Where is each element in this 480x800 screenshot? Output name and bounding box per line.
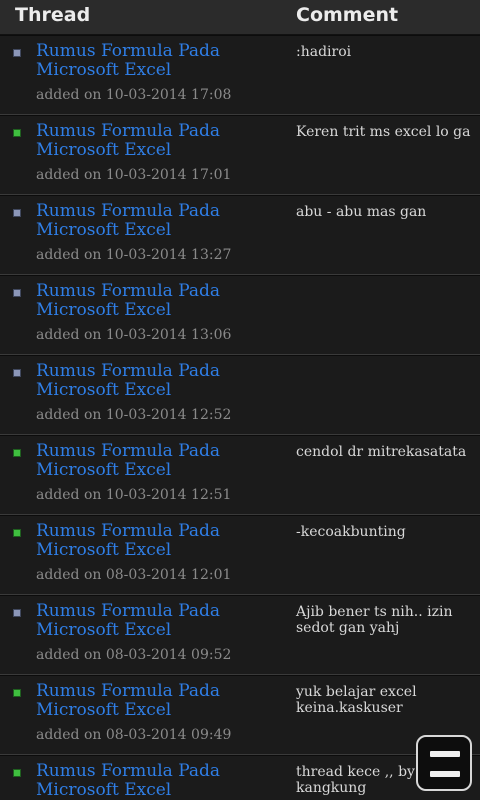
reputation-marker-icon bbox=[14, 290, 20, 296]
thread-title-link[interactable]: Rumus Formula Pada Microsoft Excel bbox=[36, 282, 276, 320]
thread-title-link[interactable]: Rumus Formula Pada Microsoft Excel bbox=[36, 682, 276, 720]
comment-text: cendol dr mitrekasatata bbox=[296, 444, 467, 460]
thread-title-link[interactable]: Rumus Formula Pada Microsoft Excel bbox=[36, 762, 276, 800]
thread-row[interactable]: Rumus Formula Pada Microsoft Excel added… bbox=[0, 35, 480, 115]
reputation-marker-icon bbox=[14, 610, 20, 616]
added-timestamp: added on 08-03-2014 09:49 bbox=[36, 727, 232, 743]
added-timestamp: added on 10-03-2014 17:08 bbox=[36, 87, 232, 103]
menu-button[interactable] bbox=[416, 735, 472, 791]
comment-text: -kecoakbunting bbox=[296, 524, 406, 540]
thread-column-header: Thread bbox=[15, 4, 91, 26]
comment-text: :hadiroi bbox=[296, 44, 352, 60]
thread-title-link[interactable]: Rumus Formula Pada Microsoft Excel bbox=[36, 122, 276, 160]
comment-text: yuk belajar excel keina.kaskuser bbox=[296, 684, 417, 716]
comment-column-header: Comment bbox=[296, 4, 399, 26]
reputation-marker-icon bbox=[14, 210, 20, 216]
added-timestamp: added on 10-03-2014 13:06 bbox=[36, 327, 232, 343]
thread-title-link[interactable]: Rumus Formula Pada Microsoft Excel bbox=[36, 362, 276, 400]
thread-title-link[interactable]: Rumus Formula Pada Microsoft Excel bbox=[36, 202, 276, 240]
reputation-marker-icon bbox=[14, 690, 20, 696]
added-timestamp: added on 10-03-2014 13:27 bbox=[36, 247, 232, 263]
thread-row[interactable]: Rumus Formula Pada Microsoft Excel added… bbox=[0, 675, 480, 755]
reputation-marker-icon bbox=[14, 370, 20, 376]
thread-row[interactable]: Rumus Formula Pada Microsoft Excel added… bbox=[0, 435, 480, 515]
thread-title-link[interactable]: Rumus Formula Pada Microsoft Excel bbox=[36, 42, 276, 80]
thread-title-link[interactable]: Rumus Formula Pada Microsoft Excel bbox=[36, 522, 276, 560]
reputation-marker-icon bbox=[14, 530, 20, 536]
reputation-marker-icon bbox=[14, 450, 20, 456]
added-timestamp: added on 10-03-2014 12:51 bbox=[36, 487, 232, 503]
added-timestamp: added on 08-03-2014 09:52 bbox=[36, 647, 232, 663]
thread-title-link[interactable]: Rumus Formula Pada Microsoft Excel bbox=[36, 442, 276, 480]
added-timestamp: added on 10-03-2014 12:52 bbox=[36, 407, 232, 423]
added-timestamp: added on 08-03-2014 12:01 bbox=[36, 567, 232, 583]
thread-row[interactable]: Rumus Formula Pada Microsoft Excel threa… bbox=[0, 755, 480, 800]
comment-text: Keren trit ms excel lo ga bbox=[296, 124, 471, 140]
app-root: Thread Comment Rumus Formula Pada Micros… bbox=[0, 0, 480, 800]
comment-text: Ajib bener ts nih.. izin sedot gan yahj bbox=[296, 604, 453, 636]
reputation-marker-icon bbox=[14, 770, 20, 776]
reputation-marker-icon bbox=[14, 50, 20, 56]
thread-list: Rumus Formula Pada Microsoft Excel added… bbox=[0, 35, 480, 800]
table-header: Thread Comment bbox=[0, 0, 480, 35]
thread-title-link[interactable]: Rumus Formula Pada Microsoft Excel bbox=[36, 602, 276, 640]
thread-row[interactable]: Rumus Formula Pada Microsoft Excel added… bbox=[0, 275, 480, 355]
thread-row[interactable]: Rumus Formula Pada Microsoft Excel added… bbox=[0, 355, 480, 435]
thread-row[interactable]: Rumus Formula Pada Microsoft Excel added… bbox=[0, 195, 480, 275]
thread-row[interactable]: Rumus Formula Pada Microsoft Excel added… bbox=[0, 515, 480, 595]
menu-icon-bar bbox=[430, 771, 460, 777]
thread-row[interactable]: Rumus Formula Pada Microsoft Excel added… bbox=[0, 595, 480, 675]
reputation-marker-icon bbox=[14, 130, 20, 136]
comment-text: abu - abu mas gan bbox=[296, 204, 427, 220]
added-timestamp: added on 10-03-2014 17:01 bbox=[36, 167, 232, 183]
thread-row[interactable]: Rumus Formula Pada Microsoft Excel added… bbox=[0, 115, 480, 195]
menu-icon-bar bbox=[430, 751, 460, 757]
